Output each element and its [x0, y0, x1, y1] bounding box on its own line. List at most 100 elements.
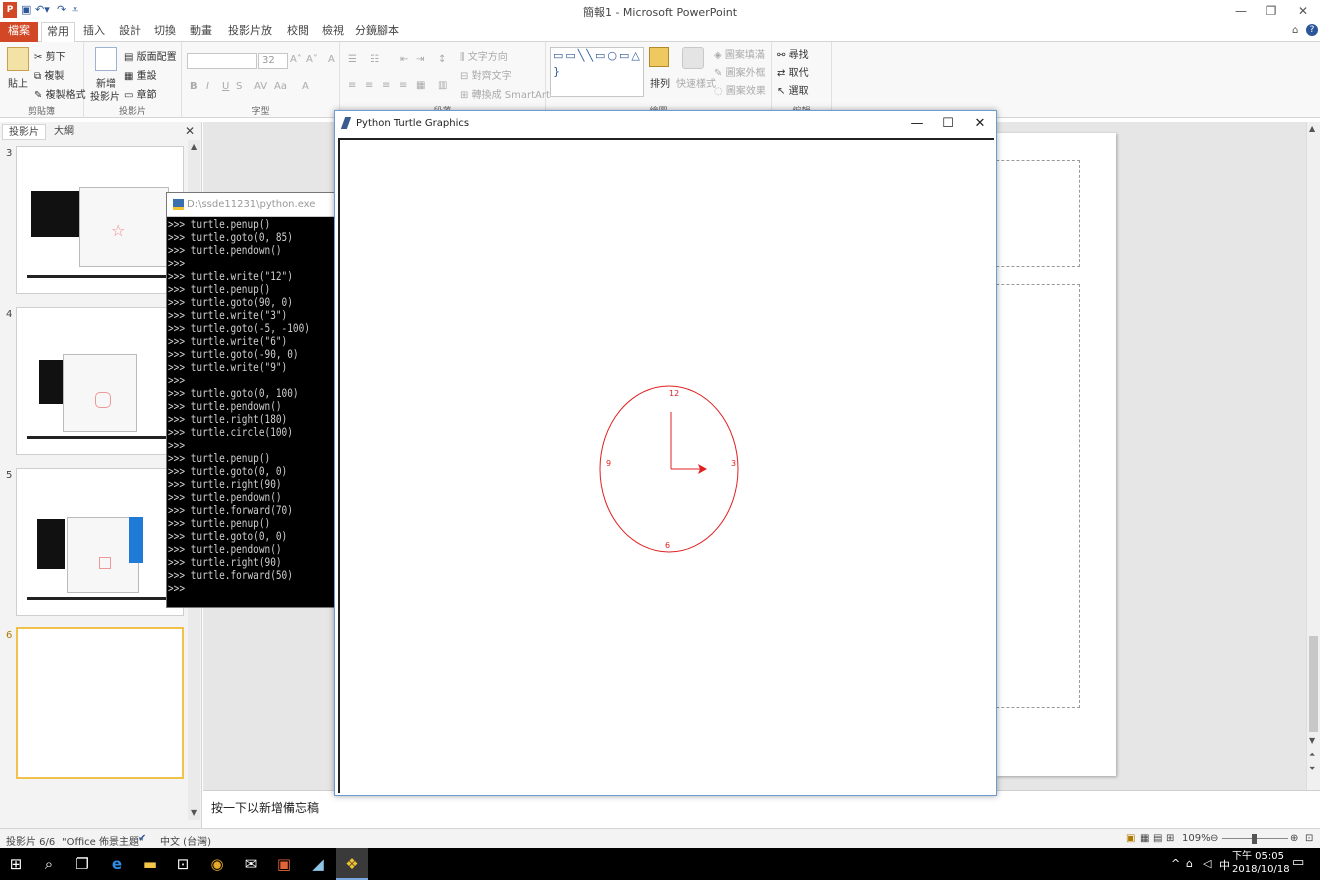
zoom-out-icon[interactable]: ⊖: [1210, 833, 1218, 844]
edge-icon[interactable]: e: [101, 848, 133, 880]
minimize-button[interactable]: —: [902, 114, 932, 134]
search-icon[interactable]: ⌕: [33, 848, 65, 880]
shadow-button[interactable]: S: [236, 81, 242, 92]
store-icon[interactable]: ⊡: [167, 848, 199, 880]
help-icon[interactable]: ?: [1306, 24, 1318, 36]
show-hidden-icons[interactable]: ^: [1171, 857, 1180, 870]
scroll-up-icon[interactable]: ▲: [191, 142, 197, 151]
tab-animations[interactable]: 動畫: [186, 22, 216, 42]
slide-scrollbar[interactable]: ▲ ▼ ⏶ ⏷: [1306, 122, 1320, 790]
slide-thumbnail-6[interactable]: [16, 627, 184, 779]
windows-start-icon[interactable]: ⊞: [0, 848, 32, 880]
close-button[interactable]: ✕: [1288, 2, 1318, 20]
slideshow-view-icon[interactable]: ⊞: [1166, 833, 1174, 844]
reset-button[interactable]: ▦ 重設: [124, 67, 157, 82]
italic-button[interactable]: I: [206, 81, 209, 92]
zoom-in-icon[interactable]: ⊕: [1290, 833, 1298, 844]
shape-effects-button[interactable]: ◌ 圖案效果: [714, 82, 766, 97]
close-panel-icon[interactable]: ✕: [185, 124, 195, 138]
change-case-icon[interactable]: Aa: [274, 81, 287, 92]
turtle-graphics-window[interactable]: Python Turtle Graphics — ☐ ✕ 12 3 6 9: [334, 110, 997, 796]
section-button[interactable]: ▭ 章節: [124, 86, 157, 101]
scroll-up-icon[interactable]: ▲: [1309, 124, 1315, 133]
tab-review[interactable]: 校閱: [283, 22, 313, 42]
zoom-level[interactable]: 109%: [1182, 833, 1211, 844]
paste-button[interactable]: 貼上: [8, 75, 28, 90]
char-spacing-icon[interactable]: AV: [254, 81, 267, 92]
mail-icon[interactable]: ✉: [235, 848, 267, 880]
replace-button[interactable]: ⇄ 取代: [777, 64, 809, 79]
underline-button[interactable]: U: [222, 81, 229, 92]
text-direction-button[interactable]: ⫼ 文字方向: [460, 48, 508, 63]
reading-view-icon[interactable]: ▤: [1153, 833, 1162, 844]
system-clock[interactable]: 下午 05:05 2018/10/18: [1232, 850, 1290, 876]
python-icon[interactable]: ❖: [336, 848, 368, 880]
format-painter-button[interactable]: ✎ 複製格式: [34, 86, 86, 101]
align-right-icon[interactable]: ≡: [382, 80, 390, 91]
cut-button[interactable]: ✂ 剪下: [34, 48, 66, 63]
align-center-icon[interactable]: ≡: [365, 80, 373, 91]
tab-home[interactable]: 常用: [41, 22, 75, 43]
font-family-box[interactable]: [187, 53, 257, 69]
tab-slides[interactable]: 投影片: [2, 124, 46, 140]
new-slide-button-line2[interactable]: 投影片: [90, 88, 120, 103]
tab-design[interactable]: 設計: [115, 22, 145, 42]
align-text-button[interactable]: ⊟ 對齊文字: [460, 67, 512, 82]
turtle-title-bar[interactable]: Python Turtle Graphics — ☐ ✕: [335, 111, 996, 137]
align-left-icon[interactable]: ≡: [348, 80, 356, 91]
console-title-bar[interactable]: D:\ssde11231\python.exe: [167, 193, 335, 217]
tab-view[interactable]: 檢視: [318, 22, 348, 42]
columns-icon[interactable]: ▥: [438, 80, 447, 91]
slide-thumbnail-5[interactable]: [16, 468, 184, 616]
distributed-icon[interactable]: ▦: [416, 80, 425, 91]
font-size-box[interactable]: 32: [258, 53, 288, 69]
line-spacing-icon[interactable]: ↕: [438, 54, 446, 65]
language-indicator[interactable]: 中文 (台灣): [160, 833, 211, 848]
python-console-window[interactable]: D:\ssde11231\python.exe >>> turtle.penup…: [166, 192, 336, 608]
shape-outline-button[interactable]: ✎ 圖案外框: [714, 64, 766, 79]
smartart-button[interactable]: ⊞ 轉換成 SmartArt: [460, 86, 550, 101]
slide-canvas[interactable]: [966, 133, 1116, 776]
quick-styles-button[interactable]: 快速樣式: [676, 75, 716, 90]
font-grow-icon[interactable]: A˄: [290, 54, 302, 65]
scrollbar-thumb[interactable]: [1309, 636, 1318, 732]
copy-button[interactable]: ⧉ 複製: [34, 67, 64, 82]
tab-slideshow[interactable]: 投影片放映: [224, 22, 276, 55]
bullets-icon[interactable]: ☰: [348, 54, 357, 65]
ime-indicator[interactable]: 中: [1219, 857, 1230, 873]
arrange-button[interactable]: 排列: [650, 75, 670, 90]
console-output[interactable]: >>> turtle.penup() >>> turtle.goto(0, 85)…: [168, 218, 310, 595]
tab-insert[interactable]: 插入: [80, 22, 108, 42]
decrease-indent-icon[interactable]: ⇤: [400, 54, 408, 65]
layout-button[interactable]: ▤ 版面配置: [124, 48, 177, 63]
restore-button[interactable]: ❐: [1256, 2, 1286, 20]
volume-icon[interactable]: ◁: [1203, 857, 1211, 870]
slide-sorter-icon[interactable]: ▦: [1140, 833, 1149, 844]
powerpoint-icon[interactable]: ▣: [268, 848, 300, 880]
tab-outline[interactable]: 大綱: [48, 124, 80, 140]
tab-storyboarding[interactable]: 分鏡腳本: [355, 22, 399, 42]
file-explorer-icon[interactable]: ▬: [134, 848, 166, 880]
bold-button[interactable]: B: [190, 81, 198, 92]
task-view-icon[interactable]: ❐: [66, 848, 98, 880]
proofing-icon[interactable]: ✔: [138, 833, 146, 844]
justify-icon[interactable]: ≡: [399, 80, 407, 91]
notifications-icon[interactable]: ▭: [1292, 855, 1304, 870]
close-button[interactable]: ✕: [965, 114, 995, 134]
minimize-button[interactable]: —: [1226, 2, 1256, 20]
chrome-icon[interactable]: ◉: [201, 848, 233, 880]
turtle-canvas[interactable]: 12 3 6 9: [338, 138, 994, 793]
select-button[interactable]: ↖ 選取: [777, 82, 809, 97]
increase-indent-icon[interactable]: ⇥: [416, 54, 424, 65]
tab-transitions[interactable]: 切換: [150, 22, 180, 42]
scroll-down-icon[interactable]: ▼: [1309, 736, 1315, 745]
slide-thumbnail-3[interactable]: ☆: [16, 146, 184, 294]
network-icon[interactable]: ⌂: [1186, 857, 1193, 870]
tab-file[interactable]: 檔案: [0, 22, 38, 42]
font-shrink-icon[interactable]: A˅: [306, 54, 318, 65]
find-button[interactable]: ⚯ 尋找: [777, 46, 809, 61]
shape-fill-button[interactable]: ◈ 圖案填滿: [714, 46, 765, 61]
previous-slide-icon[interactable]: ⏶: [1309, 750, 1315, 760]
slide-thumbnail-4[interactable]: [16, 307, 184, 455]
font-color-icon[interactable]: A: [302, 81, 309, 92]
